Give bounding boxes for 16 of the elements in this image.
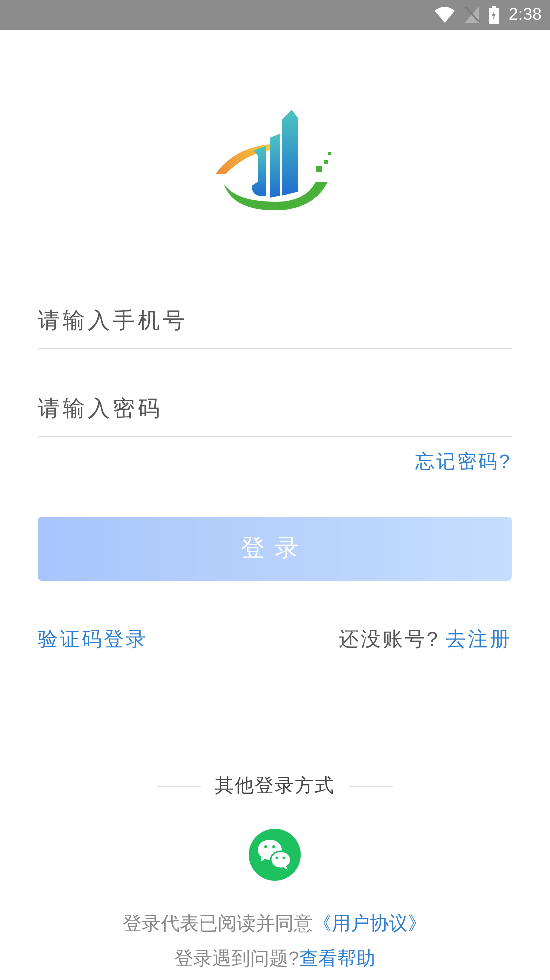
register-prompt: 还没账号? [338,628,440,652]
user-agreement-link[interactable]: 《用户协议》 [313,914,427,935]
other-login-title: 其他登录方式 [215,774,335,798]
chat-bubbles-icon[interactable] [249,829,301,881]
password-input[interactable]: 请输入密码 [38,382,512,437]
clock-time: 2:38 [508,4,542,26]
sms-login-link[interactable]: 验证码登录 [38,624,148,654]
phone-input[interactable]: 请输入手机号 [38,294,512,349]
forgot-password-link[interactable]: 忘记密码? [415,449,512,478]
register-link[interactable]: 去注册 [446,624,512,654]
help-text: 登录遇到问题?查看帮助 [174,948,376,972]
wifi-icon [434,7,455,23]
agreement-text: 登录代表已阅读并同意《用户协议》 [123,913,427,937]
view-help-link[interactable]: 查看帮助 [299,948,376,970]
battery-icon [488,6,499,24]
no-signal-icon [464,7,479,23]
